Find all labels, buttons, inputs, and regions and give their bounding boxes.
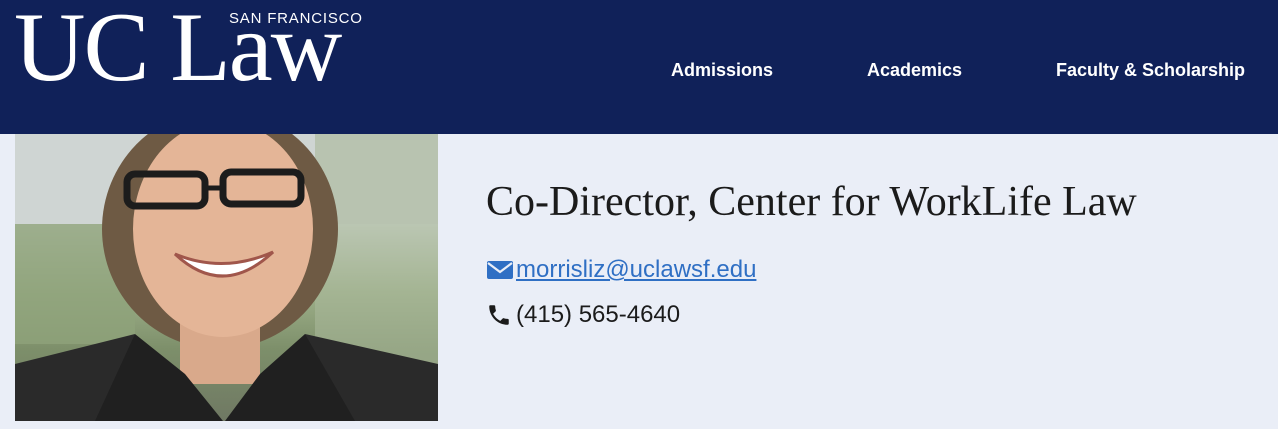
nav-admissions[interactable]: Admissions	[671, 60, 773, 81]
phone-row: (415) 565-4640	[486, 301, 680, 329]
profile-title: Co-Director, Center for WorkLife Law	[486, 179, 1137, 225]
phone-icon	[486, 303, 516, 327]
uc-law-logo[interactable]: UC Law SAN FRANCISCO	[14, 0, 384, 98]
nav-academics[interactable]: Academics	[867, 60, 962, 81]
envelope-icon	[486, 258, 516, 282]
logo-tagline: SAN FRANCISCO	[229, 10, 363, 27]
email-row: morrisliz@uclawsf.edu	[486, 256, 756, 284]
site-header: UC Law SAN FRANCISCO Admissions Academic…	[0, 0, 1278, 134]
email-link[interactable]: morrisliz@uclawsf.edu	[516, 256, 756, 284]
profile-photo	[15, 134, 438, 421]
nav-faculty-scholarship[interactable]: Faculty & Scholarship	[1056, 60, 1245, 81]
phone-number: (415) 565-4640	[516, 301, 681, 328]
profile-photo-illustration	[15, 134, 438, 421]
